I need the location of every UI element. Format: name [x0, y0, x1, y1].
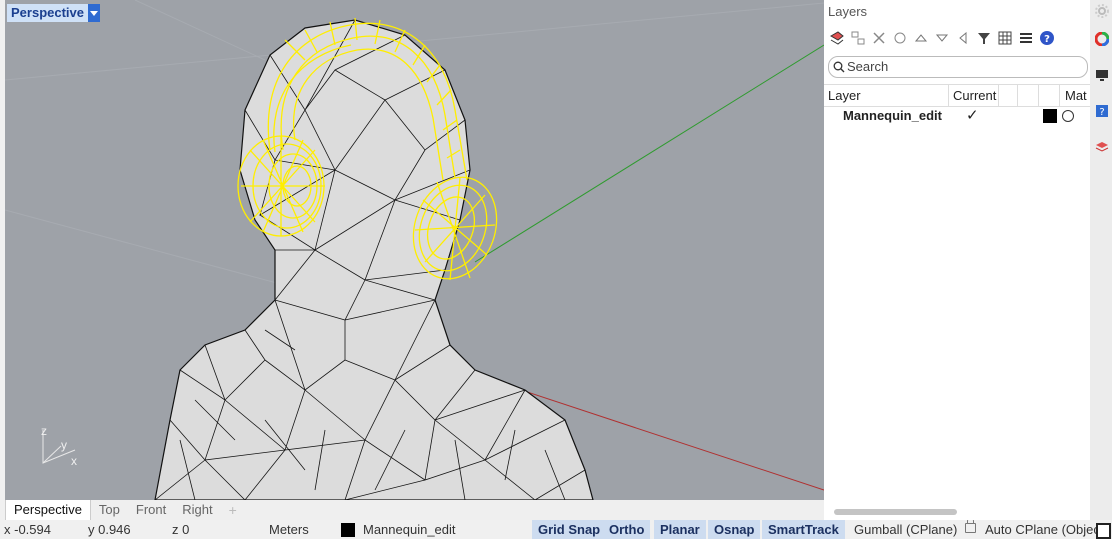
gear-icon[interactable]	[1095, 4, 1109, 18]
layer-name[interactable]: Mannequin_edit	[843, 107, 942, 125]
layer-color-swatch[interactable]	[1043, 109, 1057, 123]
viewport-tabs: Perspective Top Front Right +	[5, 500, 824, 520]
current-check[interactable]: ✓	[966, 107, 979, 125]
layers-table-header: Layer Current Mat	[824, 84, 1090, 107]
viewport-title[interactable]: Perspective	[7, 4, 100, 22]
display-icon[interactable]	[1095, 68, 1109, 82]
axis-z-label: z	[41, 424, 47, 438]
table-row[interactable]: Mannequin_edit ✓	[824, 107, 1090, 125]
move-up-icon[interactable]	[912, 29, 930, 47]
move-out-icon[interactable]	[954, 29, 972, 47]
y-axis-line	[474, 44, 824, 263]
col-color[interactable]	[1039, 85, 1060, 106]
panel-title: Layers	[828, 4, 868, 19]
help-icon[interactable]: ?	[1038, 29, 1056, 47]
checkbox-icon[interactable]	[1096, 523, 1111, 539]
panel-tabs-strip: ?	[1090, 0, 1112, 520]
horizontal-scrollbar[interactable]	[834, 509, 957, 515]
layers-panel-icon[interactable]	[1095, 140, 1109, 154]
perspective-viewport[interactable]: Perspective z y x	[5, 0, 825, 500]
lock-icon[interactable]	[965, 518, 976, 533]
color-wheel-icon[interactable]	[1095, 32, 1109, 46]
coord-y: y 0.946	[88, 522, 131, 537]
planar-toggle[interactable]: Planar	[654, 520, 706, 539]
tab-perspective[interactable]: Perspective	[5, 500, 91, 520]
add-viewport-button[interactable]: +	[221, 500, 245, 520]
layers-panel: Layers ? Search Layer Current Mat Manneq…	[824, 0, 1090, 520]
col-layer[interactable]: Layer	[824, 85, 949, 106]
search-placeholder: Search	[847, 59, 889, 74]
tab-top[interactable]: Top	[91, 500, 128, 520]
axis-indicator: z y x	[35, 418, 95, 478]
material-icon[interactable]	[1062, 110, 1074, 122]
new-layer-icon[interactable]	[828, 29, 846, 47]
grid-snap-toggle[interactable]: Grid Snap	[532, 520, 607, 539]
coord-x: x -0.594	[4, 522, 51, 537]
svg-text:?: ?	[1099, 107, 1104, 118]
layer-color-swatch	[341, 523, 355, 537]
col-lock[interactable]	[1018, 85, 1039, 106]
filter-icon[interactable]	[975, 29, 993, 47]
move-down-icon[interactable]	[933, 29, 951, 47]
scene-canvas[interactable]	[5, 0, 824, 500]
col-visible[interactable]	[999, 85, 1018, 106]
svg-text:?: ?	[1044, 34, 1050, 45]
units-label[interactable]: Meters	[269, 522, 309, 537]
tab-front[interactable]: Front	[128, 500, 174, 520]
axis-x-label: x	[71, 454, 77, 468]
delete-icon[interactable]	[870, 29, 888, 47]
smarttrack-toggle[interactable]: SmartTrack	[762, 520, 845, 539]
table-icon[interactable]	[996, 29, 1014, 47]
gumball-toggle[interactable]: Gumball (CPlane)	[854, 522, 957, 537]
status-bar: x -0.594 y 0.946 z 0 Meters Mannequin_ed…	[0, 518, 1112, 539]
mannequin-mesh[interactable]	[154, 19, 594, 500]
coord-z: z 0	[172, 522, 190, 537]
tab-right[interactable]: Right	[174, 500, 220, 520]
current-layer[interactable]: Mannequin_edit	[363, 522, 456, 537]
osnap-toggle[interactable]: Osnap	[708, 520, 761, 539]
help-panel-icon[interactable]: ?	[1095, 104, 1109, 118]
layers-toolbar: ?	[828, 28, 1059, 48]
new-sublayer-icon[interactable]	[849, 29, 867, 47]
search-icon	[833, 61, 845, 73]
col-current[interactable]: Current	[949, 85, 999, 106]
layer-search[interactable]: Search	[828, 56, 1088, 78]
viewport-title-label[interactable]: Perspective	[7, 4, 88, 22]
purge-icon[interactable]	[891, 29, 909, 47]
menu-icon[interactable]	[1017, 29, 1035, 47]
axis-y-label: y	[61, 438, 67, 452]
ortho-toggle[interactable]: Ortho	[603, 520, 651, 539]
chevron-down-icon[interactable]	[88, 4, 100, 22]
auto-cplane-toggle[interactable]: Auto CPlane (Object	[985, 522, 1104, 537]
